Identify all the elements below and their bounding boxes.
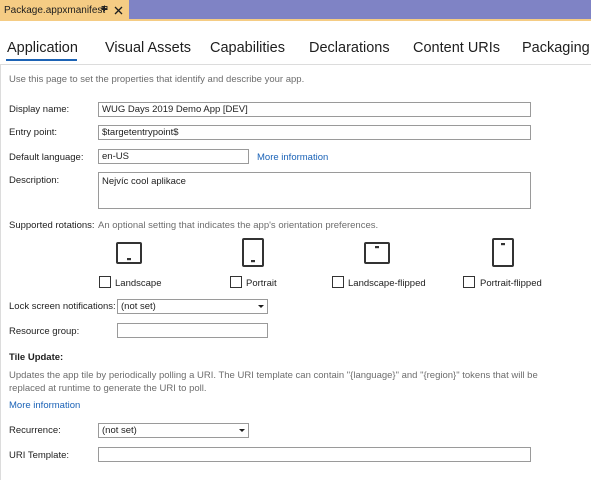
uri-template-label: URI Template:: [9, 450, 70, 461]
tab-application[interactable]: Application: [7, 40, 78, 56]
lock-screen-notifications-dropdown[interactable]: (not set): [117, 299, 268, 314]
landscape-checkbox[interactable]: [99, 276, 111, 288]
portrait-checkbox[interactable]: [230, 276, 242, 288]
tab-capabilities[interactable]: Capabilities: [210, 40, 285, 56]
entry-point-field[interactable]: $targetentrypoint$: [98, 125, 531, 140]
document-tab[interactable]: Package.appxmanifest: [0, 0, 129, 21]
document-tab-title: Package.appxmanifest: [4, 5, 106, 16]
default-language-label: Default language:: [9, 152, 84, 163]
tile-update-description-line1: Updates the app tile by periodically pol…: [9, 370, 538, 381]
tab-visual-assets[interactable]: Visual Assets: [105, 40, 191, 56]
description-field[interactable]: Nejvíc cool aplikace: [98, 172, 531, 209]
entry-point-label: Entry point:: [9, 127, 58, 138]
uri-template-field[interactable]: [98, 447, 531, 462]
tab-content-uris[interactable]: Content URIs: [413, 40, 500, 56]
landscape-device-icon: [116, 240, 142, 269]
portrait-option-label: Portrait: [246, 278, 277, 289]
recurrence-label: Recurrence:: [9, 425, 61, 436]
tile-update-heading: Tile Update:: [9, 352, 64, 363]
recurrence-dropdown[interactable]: (not set): [98, 423, 249, 438]
default-language-field[interactable]: en-US: [98, 149, 249, 164]
tile-update-more-information-link[interactable]: More information: [9, 400, 80, 411]
supported-rotations-label: Supported rotations:: [9, 220, 95, 231]
landscape-option-label: Landscape: [115, 278, 162, 289]
resource-group-field[interactable]: [117, 323, 268, 338]
portrait-flipped-device-icon: [491, 238, 515, 271]
portrait-flipped-option-label: Portrait-flipped: [480, 278, 542, 289]
description-label: Description:: [9, 175, 60, 186]
landscape-flipped-option-label: Landscape-flipped: [348, 278, 426, 289]
landscape-flipped-device-icon: [364, 240, 390, 269]
resource-group-label: Resource group:: [9, 326, 80, 337]
landscape-flipped-checkbox[interactable]: [332, 276, 344, 288]
lock-screen-notifications-label: Lock screen notifications:: [9, 301, 116, 312]
tab-declarations[interactable]: Declarations: [309, 40, 390, 56]
supported-rotations-hint: An optional setting that indicates the a…: [98, 220, 379, 231]
pin-icon[interactable]: [99, 4, 109, 16]
tab-packaging[interactable]: Packaging: [522, 40, 590, 56]
close-icon[interactable]: [113, 4, 124, 16]
chevron-down-icon: [239, 429, 245, 432]
intro-text: Use this page to set the properties that…: [9, 74, 305, 85]
lock-screen-notifications-value: (not set): [121, 301, 156, 312]
portrait-flipped-checkbox[interactable]: [463, 276, 475, 288]
language-more-information-link[interactable]: More information: [257, 152, 328, 163]
active-tab-indicator: [6, 59, 77, 61]
tile-update-description-line2: replaced at runtime to generate the URI …: [9, 383, 207, 394]
portrait-device-icon: [241, 238, 265, 271]
display-name-field[interactable]: WUG Days 2019 Demo App [DEV]: [98, 102, 531, 117]
recurrence-value: (not set): [102, 425, 137, 436]
display-name-label: Display name:: [9, 104, 70, 115]
chevron-down-icon: [258, 305, 264, 308]
